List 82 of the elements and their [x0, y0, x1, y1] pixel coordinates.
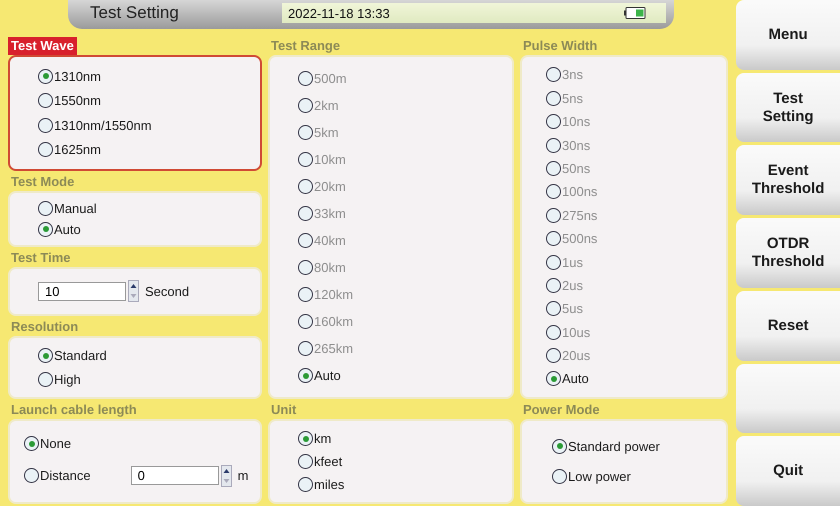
- section-title: Launch cable length: [10, 401, 138, 419]
- option-label: 2us: [562, 278, 583, 293]
- option-label: Low power: [568, 469, 631, 484]
- option-label: 500m: [314, 71, 347, 86]
- option-label: 5ns: [562, 90, 583, 106]
- option-label: Standard: [54, 348, 107, 364]
- option-label: High: [54, 372, 81, 387]
- section-title: Power Mode: [522, 401, 601, 419]
- time-field[interactable]: 10: [38, 282, 126, 301]
- option-label: 5us: [562, 301, 583, 316]
- menu-button[interactable]: Menu: [736, 0, 840, 70]
- option-label: 50ns: [562, 160, 590, 176]
- option-label: 100ns: [562, 184, 598, 200]
- section-title: Unit: [270, 401, 298, 419]
- distance-field[interactable]: 0: [130, 466, 219, 486]
- option-label: 500ns: [562, 231, 598, 246]
- option-label: 265km: [314, 341, 354, 356]
- section-title: Pulse Width: [522, 37, 598, 55]
- option-label: km: [314, 431, 332, 446]
- section-title: Test Wave: [8, 37, 77, 55]
- radio-button[interactable]: [298, 477, 313, 492]
- option-label: 1us: [562, 254, 583, 270]
- radio-button[interactable]: [38, 142, 53, 158]
- radio-button[interactable]: [38, 348, 53, 364]
- section-title: Test Range: [270, 37, 342, 55]
- option-label: 20km: [314, 179, 346, 194]
- option-label: Standard power: [568, 438, 660, 454]
- option-label: 30ns: [562, 138, 590, 153]
- option-label: 3ns: [562, 67, 583, 82]
- option-label: 10ns: [562, 114, 590, 130]
- menu-button[interactable]: OTDR Threshold: [736, 218, 840, 288]
- radio-button[interactable]: [298, 431, 313, 446]
- screen-title: Test Setting: [90, 3, 180, 23]
- radio-button[interactable]: [298, 368, 313, 383]
- radio-button[interactable]: [38, 118, 53, 133]
- option-label: 20us: [562, 348, 590, 364]
- unit-label: Second: [145, 284, 190, 299]
- unit-label: m: [238, 468, 248, 484]
- option-label: 33km: [314, 206, 346, 221]
- section-title: Resolution: [10, 318, 80, 336]
- option-label: Auto: [314, 368, 341, 383]
- spinner-icon[interactable]: [128, 280, 139, 302]
- option-label: Auto: [54, 222, 81, 237]
- option-label: 120km: [314, 287, 354, 302]
- radio-button[interactable]: [38, 68, 53, 84]
- option-label: miles: [314, 477, 344, 492]
- option-label: 275ns: [562, 208, 598, 223]
- option-label: Manual: [54, 200, 97, 216]
- radio-button[interactable]: [38, 372, 53, 387]
- option-label: Auto: [562, 371, 589, 386]
- radio-button[interactable]: [24, 468, 39, 484]
- option-label: 1310nm: [54, 68, 101, 84]
- option-label: 2km: [314, 98, 339, 113]
- option-label: 5km: [314, 125, 339, 140]
- option-label: kfeet: [314, 454, 342, 469]
- spinner-icon[interactable]: [220, 464, 232, 487]
- option-label: 1625nm: [54, 142, 101, 158]
- section-title: Test Mode: [10, 172, 76, 191]
- section-title: Test Time: [10, 248, 72, 267]
- radio-button[interactable]: [38, 200, 53, 216]
- radio-button[interactable]: [546, 371, 561, 386]
- menu-button[interactable]: Test Setting: [736, 72, 840, 142]
- option-label: Distance: [40, 468, 91, 484]
- option-label: 10km: [314, 152, 346, 167]
- menu-button[interactable]: Event Threshold: [736, 145, 840, 216]
- option-label: 1310nm/1550nm: [54, 118, 152, 133]
- option-label: None: [40, 436, 72, 452]
- menu-button[interactable]: Quit: [736, 436, 840, 506]
- option-label: 10us: [562, 324, 590, 340]
- option-label: 40km: [314, 233, 346, 248]
- radio-button[interactable]: [38, 93, 53, 108]
- menu-button[interactable]: Reset: [736, 290, 840, 361]
- radio-button[interactable]: [552, 438, 567, 454]
- option-label: 160km: [314, 314, 354, 329]
- radio-button[interactable]: [38, 222, 53, 237]
- option-label: 80km: [314, 260, 346, 275]
- radio-button[interactable]: [552, 469, 567, 484]
- battery-icon: [624, 7, 646, 19]
- radio-button[interactable]: [24, 436, 39, 452]
- option-label: 1550nm: [54, 93, 101, 108]
- radio-button[interactable]: [298, 454, 313, 469]
- date-time: 2022-11-18 13:33: [288, 6, 390, 20]
